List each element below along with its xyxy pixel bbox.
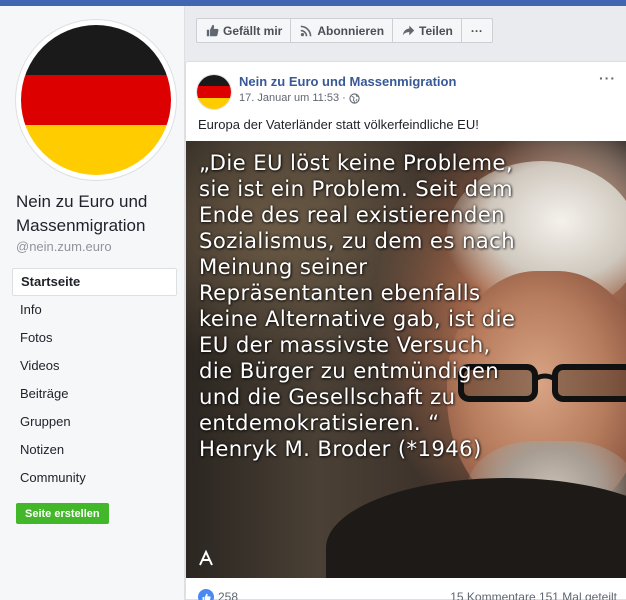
- page-action-bar: Gefällt mir Abonnieren Teilen ···: [196, 18, 493, 43]
- nav-item-community[interactable]: Community: [12, 464, 177, 492]
- nav-item-videos[interactable]: Videos: [12, 352, 177, 380]
- rss-icon: [299, 24, 313, 38]
- page-profile-picture[interactable]: [16, 20, 176, 180]
- share-page-label: Teilen: [419, 23, 453, 38]
- nav-item-beitraege[interactable]: Beiträge: [12, 380, 177, 408]
- post-text: Europa der Vaterländer statt völkerfeind…: [198, 117, 479, 132]
- post-author-avatar[interactable]: [196, 74, 232, 110]
- thumbs-up-icon: [205, 24, 219, 38]
- globe-icon[interactable]: [349, 92, 360, 104]
- share-arrow-icon: [401, 24, 415, 38]
- post-author-name[interactable]: Nein zu Euro und Massenmigration: [239, 74, 456, 89]
- nav-item-info[interactable]: Info: [12, 296, 177, 324]
- page-title[interactable]: Nein zu Euro und Massenmigration: [16, 190, 176, 238]
- watermark-logo-icon: [199, 550, 213, 566]
- image-quote-text: „Die EU löst keine Probleme, sie ist ein…: [199, 150, 516, 461]
- post-card: Nein zu Euro und Massenmigration 17. Jan…: [185, 61, 626, 600]
- nav-item-startseite[interactable]: Startseite: [12, 268, 177, 296]
- like-page-label: Gefällt mir: [223, 23, 283, 38]
- follow-page-label: Abonnieren: [317, 23, 385, 38]
- like-reaction-icon[interactable]: [198, 589, 214, 600]
- post-stats[interactable]: 15 Kommentare 151 Mal geteilt: [450, 590, 617, 600]
- create-page-button[interactable]: Seite erstellen: [16, 503, 109, 524]
- page-handle[interactable]: @nein.zum.euro: [16, 239, 112, 254]
- german-flag-image: [21, 25, 171, 175]
- nav-item-fotos[interactable]: Fotos: [12, 324, 177, 352]
- post-image[interactable]: „Die EU löst keine Probleme, sie ist ein…: [186, 141, 626, 578]
- post-meta: 17. Januar um 11:53 ·: [239, 92, 360, 104]
- more-options-button[interactable]: ···: [460, 18, 493, 43]
- page-nav: Startseite Info Fotos Videos Beiträge Gr…: [12, 268, 177, 492]
- more-dots-icon: ···: [470, 23, 483, 38]
- like-page-button[interactable]: Gefällt mir: [196, 18, 292, 43]
- post-timestamp[interactable]: 17. Januar um 11:53 ·: [239, 92, 346, 104]
- left-sidebar: Nein zu Euro und Massenmigration @nein.z…: [0, 6, 185, 600]
- follow-page-button[interactable]: Abonnieren: [290, 18, 394, 43]
- post-options-icon[interactable]: ···: [599, 70, 616, 86]
- nav-item-gruppen[interactable]: Gruppen: [12, 408, 177, 436]
- like-count[interactable]: 258: [218, 590, 238, 600]
- nav-item-notizen[interactable]: Notizen: [12, 436, 177, 464]
- post-footer: 258 15 Kommentare 151 Mal geteilt: [186, 586, 626, 600]
- share-page-button[interactable]: Teilen: [392, 18, 462, 43]
